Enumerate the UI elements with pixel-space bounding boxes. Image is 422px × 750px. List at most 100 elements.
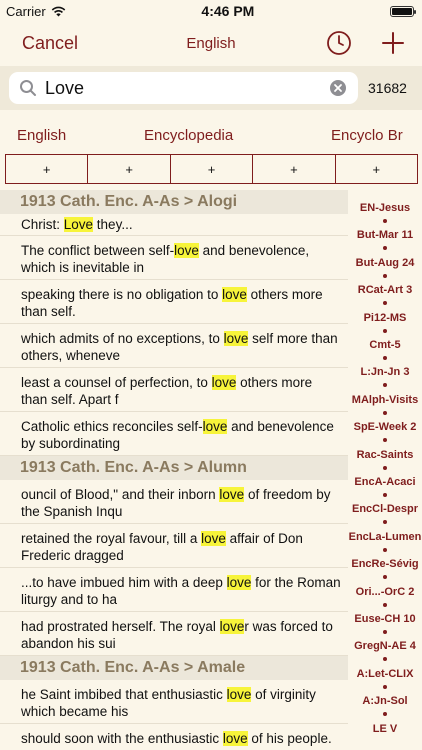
- result-row[interactable]: least a counsel of perfection, to love o…: [0, 368, 348, 412]
- index-item[interactable]: EncA-Acaci: [348, 476, 422, 488]
- slot-button-5[interactable]: +: [336, 155, 417, 183]
- result-text-pre: Catholic ethics reconciles self-: [21, 419, 203, 434]
- result-row[interactable]: ouncil of Blood," and their inborn love …: [0, 480, 348, 524]
- result-text-pre: The conflict between self-: [21, 243, 175, 258]
- filter-tab-encyclopedia[interactable]: Encyclopedia: [144, 127, 233, 144]
- nav-bar: Cancel English: [0, 22, 422, 66]
- index-separator-dot: [383, 438, 387, 443]
- index-item[interactable]: A:Let-CLIX: [348, 668, 422, 680]
- wifi-icon: [51, 6, 65, 16]
- index-separator-dot: [383, 356, 387, 360]
- result-match: love: [222, 287, 247, 302]
- result-row[interactable]: The conflict between self-love and benev…: [0, 236, 348, 280]
- index-item[interactable]: But-Mar 11: [348, 229, 422, 241]
- clear-search-icon[interactable]: [329, 79, 347, 97]
- status-left: Carrier: [6, 4, 66, 19]
- result-text-pre: speaking there is no obligation to: [21, 287, 223, 302]
- result-text-pre: which admits of no exceptions, to: [21, 331, 224, 346]
- result-row[interactable]: retained the royal favour, till a love a…: [0, 524, 348, 568]
- filter-tab-english[interactable]: English: [17, 127, 66, 144]
- slot-button-2[interactable]: +: [88, 155, 171, 183]
- battery-icon: [390, 5, 416, 17]
- index-separator-dot: [383, 246, 387, 251]
- filter-tab-encyclo-br[interactable]: Encyclo Br: [331, 127, 403, 144]
- status-bar: Carrier 4:46 PM: [0, 0, 422, 22]
- index-item[interactable]: GregN-AE 4: [348, 640, 422, 652]
- slot-button-3[interactable]: +: [171, 155, 254, 183]
- result-text-pre: retained the royal favour, till a: [21, 531, 202, 546]
- result-match: love: [211, 375, 237, 390]
- index-separator-dot: [383, 520, 387, 525]
- result-match: love: [202, 419, 228, 434]
- status-time: 4:46 PM: [201, 3, 255, 19]
- index-separator-dot: [383, 547, 387, 552]
- index-separator-dot: [383, 684, 387, 689]
- result-text-pre: should soon with the enthusiastic: [21, 731, 223, 746]
- result-row[interactable]: speaking there is no obligation to love …: [0, 280, 348, 324]
- index-separator-dot: [383, 301, 387, 306]
- index-separator-dot: [383, 630, 387, 634]
- filter-tabs: English Encyclopedia Encyclo Br: [0, 110, 422, 154]
- index-separator-dot: [383, 493, 387, 497]
- section-index[interactable]: EN-Jesus But-Mar 11 But-Aug 24 RCat-Art 3 Pi…: [348, 202, 422, 750]
- result-row[interactable]: ...to have imbued him with a deep love f…: [0, 568, 348, 612]
- index-item[interactable]: A:Jn-Sol: [348, 695, 422, 707]
- index-separator-dot: [383, 328, 387, 333]
- search-input[interactable]: [45, 77, 325, 99]
- result-row[interactable]: which admits of no exceptions, to love s…: [0, 324, 348, 368]
- index-separator-dot: [383, 273, 387, 278]
- index-separator-dot: [383, 602, 387, 607]
- result-match: Love: [63, 217, 94, 232]
- result-row[interactable]: he Saint imbibed that enthusiastic love …: [0, 680, 348, 724]
- add-icon[interactable]: [378, 28, 408, 58]
- result-text-pre: least a counsel of perfection, to: [21, 375, 212, 390]
- slot-bar: + + + + +: [5, 154, 418, 184]
- result-row[interactable]: had prostrated herself. The royal lover …: [0, 612, 348, 656]
- index-item[interactable]: MAlph-Visits: [348, 394, 422, 406]
- index-item[interactable]: EncLa-Lumen: [348, 531, 422, 543]
- result-match: love: [223, 331, 249, 346]
- result-match: love: [201, 531, 226, 546]
- section-header: 1913 Cath. Enc. A-As > Alumn: [0, 456, 348, 480]
- slot-button-1[interactable]: +: [6, 155, 89, 183]
- index-item[interactable]: L:Jn-Jn 3: [348, 366, 422, 378]
- index-item[interactable]: RCat-Art 3: [348, 284, 422, 296]
- result-match: love: [222, 731, 248, 746]
- result-text-pre: ouncil of Blood," and their inborn: [21, 487, 220, 502]
- index-separator-dot: [383, 465, 387, 470]
- search-icon: [20, 80, 36, 96]
- index-item[interactable]: EncCl-Despr: [348, 503, 422, 515]
- index-item[interactable]: Rac-Saints: [348, 449, 422, 461]
- index-item[interactable]: Cmt-5: [348, 339, 422, 351]
- result-row[interactable]: Christ: Love they...: [0, 214, 348, 236]
- index-item[interactable]: SpE-Week 2: [348, 421, 422, 433]
- index-item[interactable]: EN-Jesus: [348, 202, 422, 214]
- index-item[interactable]: Euse-CH 10: [348, 613, 422, 625]
- index-separator-dot: [383, 410, 387, 415]
- result-match: love: [226, 687, 252, 702]
- result-row[interactable]: Catholic ethics reconciles self-love and…: [0, 412, 348, 456]
- results-list[interactable]: 1913 Cath. Enc. A-As > Alogi Christ: Lov…: [0, 190, 348, 750]
- result-match: love: [226, 575, 252, 590]
- result-count: 31682: [368, 80, 407, 96]
- index-item[interactable]: Ori...-OrC 2: [348, 586, 422, 598]
- search-box[interactable]: [9, 72, 358, 104]
- search-row: 31682: [0, 66, 422, 110]
- result-text-pre: Christ:: [21, 217, 64, 232]
- index-separator-dot: [383, 219, 387, 223]
- result-match: love: [219, 619, 245, 634]
- index-item[interactable]: EncRe-Sévig: [348, 558, 422, 570]
- result-text-pre: ...to have imbued him with a deep: [21, 575, 227, 590]
- index-separator-dot: [383, 383, 387, 388]
- section-header: 1913 Cath. Enc. A-As > Amale: [0, 656, 348, 680]
- cancel-button[interactable]: Cancel: [22, 33, 78, 54]
- index-item[interactable]: LE V: [348, 723, 422, 735]
- carrier-label: Carrier: [6, 3, 46, 19]
- index-separator-dot: [383, 657, 387, 662]
- slot-button-4[interactable]: +: [253, 155, 336, 183]
- history-clock-icon[interactable]: [325, 29, 353, 57]
- result-match: love: [174, 243, 199, 258]
- index-item[interactable]: But-Aug 24: [348, 257, 422, 269]
- result-row[interactable]: should soon with the enthusiastic love o…: [0, 724, 348, 750]
- index-item[interactable]: Pi12-MS: [348, 312, 422, 324]
